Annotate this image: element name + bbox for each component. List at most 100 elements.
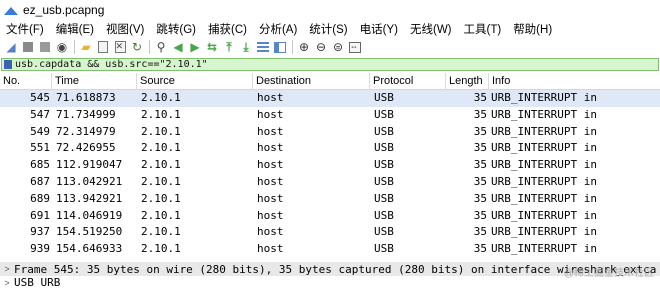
packet-cell-protocol: USB (374, 107, 394, 121)
column-header-no[interactable]: No. (0, 73, 52, 90)
packet-cell-no: 689 (30, 191, 50, 205)
find-icon[interactable]: ⚲ (154, 40, 168, 54)
packet-cell-time: 112.919047 (56, 158, 123, 172)
menu-telephony[interactable]: 电话(Y) (360, 21, 398, 37)
packet-cell-source: 2.10.1 (141, 107, 181, 121)
packet-cell-source: 2.10.1 (141, 175, 181, 188)
packet-row[interactable]: 549 72.314979 2.10.1 host USB 35 URB_INTERRUPT… (0, 124, 660, 141)
frame-detail-row[interactable]: > Frame 545: 35 bytes on wire (280 bits)… (0, 262, 660, 276)
packet-row[interactable]: 937 154.519250 2.10.1 host USB 35 URB_INTERRUP… (0, 224, 660, 241)
packet-cell-source: 2.10.1 (141, 208, 181, 222)
packet-cell-length: 35 (473, 225, 487, 239)
zoom-out-icon[interactable]: ⊖ (314, 40, 328, 54)
bookmark-filter-icon[interactable] (4, 60, 12, 69)
packet-cell-info: URB_INTERRUPT in (491, 208, 597, 222)
packet-list-header: No. Time Source Destination Protocol Len… (0, 73, 660, 90)
go-back-icon[interactable]: ◀ (171, 40, 185, 54)
menu-analyze[interactable]: 分析(A) (259, 21, 297, 37)
packet-cell-length: 35 (473, 124, 487, 138)
packet-cell-destination: host (257, 158, 284, 172)
menu-wireless[interactable]: 无线(W) (410, 21, 452, 37)
menu-capture[interactable]: 捕获(C) (208, 21, 247, 37)
resize-columns-icon[interactable]: ⇔ (348, 40, 362, 54)
packet-cell-time: 71.618873 (56, 91, 116, 104)
frame-detail-text: Frame 545: 35 bytes on wire (280 bits), … (14, 262, 657, 276)
column-header-time[interactable]: Time (52, 73, 137, 90)
packet-cell-no: 545 (30, 91, 50, 104)
packet-cell-source: 2.10.1 (141, 225, 181, 239)
packet-cell-time: 154.519250 (56, 225, 123, 239)
packet-row[interactable]: 689 113.942921 2.10.1 host USB 35 URB_INTERRUP… (0, 191, 660, 208)
stop-icon[interactable] (21, 40, 35, 54)
packet-cell-length: 35 (473, 141, 487, 155)
packet-row[interactable]: 545 71.618873 2.10.1 host USB 35 URB_INTERRUPT… (0, 90, 660, 107)
colorize-icon[interactable] (273, 40, 287, 54)
shark-fin-icon[interactable]: ◢ (4, 40, 18, 54)
display-filter-input[interactable]: usb.capdata && usb.src=="2.10.1" (15, 59, 208, 70)
display-filter-bar[interactable]: usb.capdata && usb.src=="2.10.1" (1, 58, 659, 71)
column-header-info[interactable]: Info (489, 73, 660, 90)
packet-cell-length: 35 (473, 242, 487, 256)
options-gear-icon[interactable]: ◉ (55, 40, 69, 54)
packet-cell-time: 113.942921 (56, 191, 123, 205)
open-folder-icon[interactable]: ▰ (79, 40, 93, 54)
packet-row[interactable]: 551 72.426955 2.10.1 host USB 35 URB_INTERRUPT… (0, 140, 660, 157)
packet-cell-no: 937 (30, 225, 50, 239)
restart-icon[interactable] (38, 40, 52, 54)
packet-cell-source: 2.10.1 (141, 158, 181, 172)
column-header-protocol[interactable]: Protocol (370, 73, 446, 90)
packet-cell-time: 72.426955 (56, 141, 116, 155)
packet-row[interactable]: 685 112.919047 2.10.1 host USB 35 URB_INTERRUP… (0, 157, 660, 174)
packet-cell-time: 114.046919 (56, 208, 123, 222)
column-header-source[interactable]: Source (137, 73, 253, 90)
packet-cell-protocol: USB (374, 242, 394, 256)
packet-row[interactable]: 687 113.042921 2.10.1 host USB 35 URB_INTERRUP… (0, 174, 660, 191)
menu-view[interactable]: 视图(V) (106, 21, 144, 37)
packet-cell-protocol: USB (374, 191, 394, 205)
go-last-icon[interactable]: ⤓ (239, 40, 253, 54)
autoscroll-icon[interactable] (256, 40, 270, 54)
zoom-normal-icon[interactable]: ⊜ (331, 40, 345, 54)
packet-cell-info: URB_INTERRUPT in (491, 124, 597, 138)
column-header-destination[interactable]: Destination (253, 73, 370, 90)
reload-icon[interactable]: ↻ (130, 40, 144, 54)
packet-cell-no: 691 (30, 208, 50, 222)
packet-row[interactable]: 547 71.734999 2.10.1 host USB 35 URB_INTERRUPT… (0, 107, 660, 124)
packet-cell-length: 35 (473, 208, 487, 222)
packet-cell-no: 687 (30, 175, 50, 188)
toolbar-separator (292, 40, 293, 54)
packet-cell-time: 71.734999 (56, 107, 116, 121)
packet-cell-protocol: USB (374, 158, 394, 172)
packet-cell-protocol: USB (374, 225, 394, 239)
go-forward-icon[interactable]: ▶ (188, 40, 202, 54)
menu-tools[interactable]: 工具(T) (464, 21, 502, 37)
column-header-length[interactable]: Length (446, 73, 489, 90)
packet-cell-source: 2.10.1 (141, 242, 181, 256)
go-to-packet-icon[interactable]: ⇆ (205, 40, 219, 54)
packet-cell-time: 72.314979 (56, 124, 116, 138)
packet-cell-no: 547 (30, 107, 50, 121)
packet-row[interactable]: 939 154.646933 2.10.1 host USB 35 URB_INTERRUP… (0, 241, 660, 258)
packet-row[interactable]: 691 114.046919 2.10.1 host USB 35 URB_INTERRUP… (0, 208, 660, 225)
window-title: ez_usb.pcapng (23, 3, 105, 17)
menu-statistics[interactable]: 统计(S) (309, 21, 347, 37)
menu-edit[interactable]: 编辑(E) (56, 21, 94, 37)
menu-help[interactable]: 帮助(H) (513, 21, 552, 37)
main-toolbar: ◢ ◉ ▰ ✕ ↻ ⚲ ◀ ▶ ⇆ ⤒ ⤓ ⊕ ⊖ ⊜ ⇔ (0, 38, 660, 56)
packet-cell-destination: host (257, 191, 284, 205)
expand-arrow-icon[interactable]: > (0, 278, 14, 288)
close-file-icon[interactable]: ✕ (113, 40, 127, 54)
packet-cell-source: 2.10.1 (141, 91, 181, 104)
file-icon[interactable] (96, 40, 110, 54)
expand-arrow-icon[interactable]: > (0, 264, 14, 274)
usb-detail-row[interactable]: > USB URB (0, 277, 660, 288)
packet-cell-no: 551 (30, 141, 50, 155)
zoom-in-icon[interactable]: ⊕ (297, 40, 311, 54)
go-first-icon[interactable]: ⤒ (222, 40, 236, 54)
packet-cell-destination: host (257, 225, 284, 239)
menu-file[interactable]: 文件(F) (6, 21, 44, 37)
packet-cell-protocol: USB (374, 141, 394, 155)
menu-go[interactable]: 跳转(G) (156, 21, 196, 37)
packet-cell-no: 549 (30, 124, 50, 138)
packet-cell-info: URB_INTERRUPT in (491, 141, 597, 155)
